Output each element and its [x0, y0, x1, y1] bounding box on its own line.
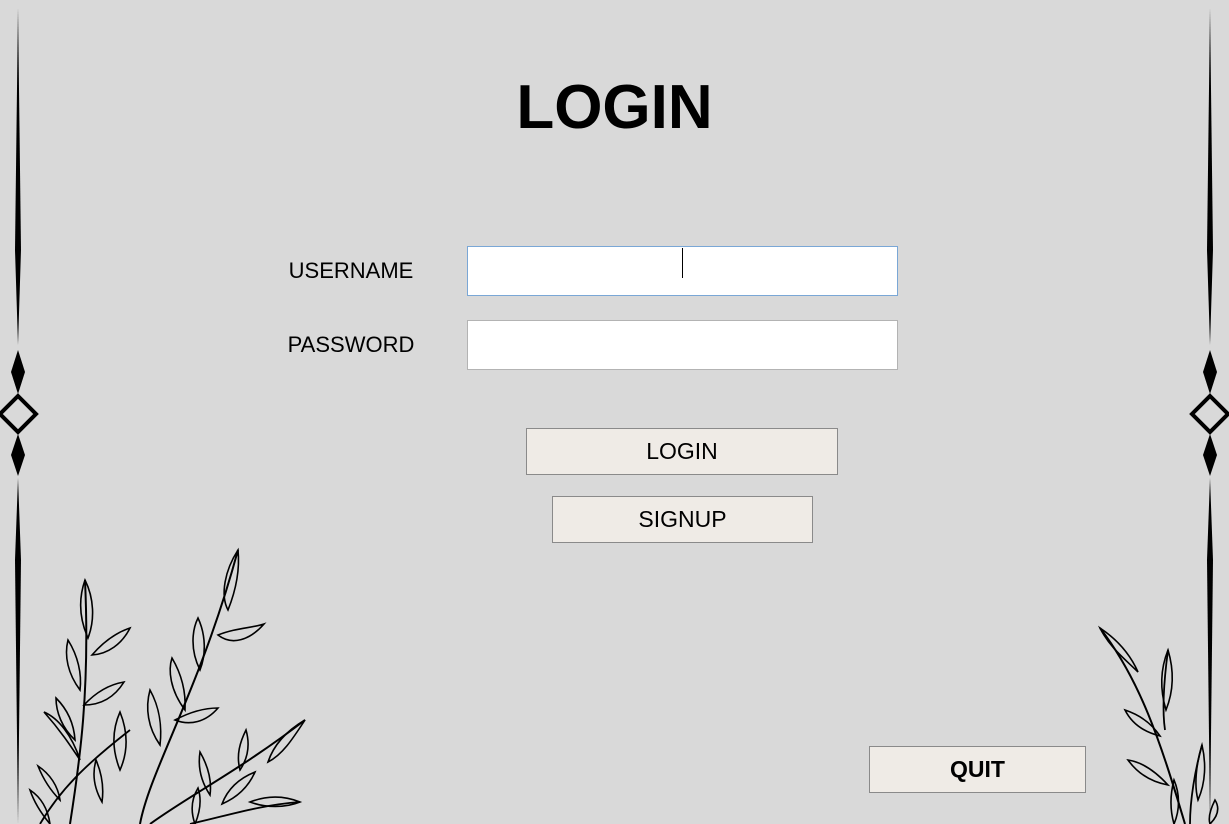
username-label: USERNAME	[288, 258, 414, 283]
login-button[interactable]: LOGIN	[526, 428, 838, 475]
password-label: PASSWORD	[287, 332, 415, 357]
leaf-branch-left-decoration	[28, 547, 306, 824]
leaf-branch-right-decoration	[1097, 625, 1219, 824]
quit-button[interactable]: QUIT	[869, 746, 1086, 793]
page-title: LOGIN	[516, 73, 713, 142]
login-window: LOGIN USERNAME PASSWORD LOGIN SIGNUP QUI…	[0, 0, 1229, 824]
text-caret	[682, 248, 683, 278]
password-input[interactable]	[467, 320, 898, 370]
signup-button[interactable]: SIGNUP	[552, 496, 813, 543]
